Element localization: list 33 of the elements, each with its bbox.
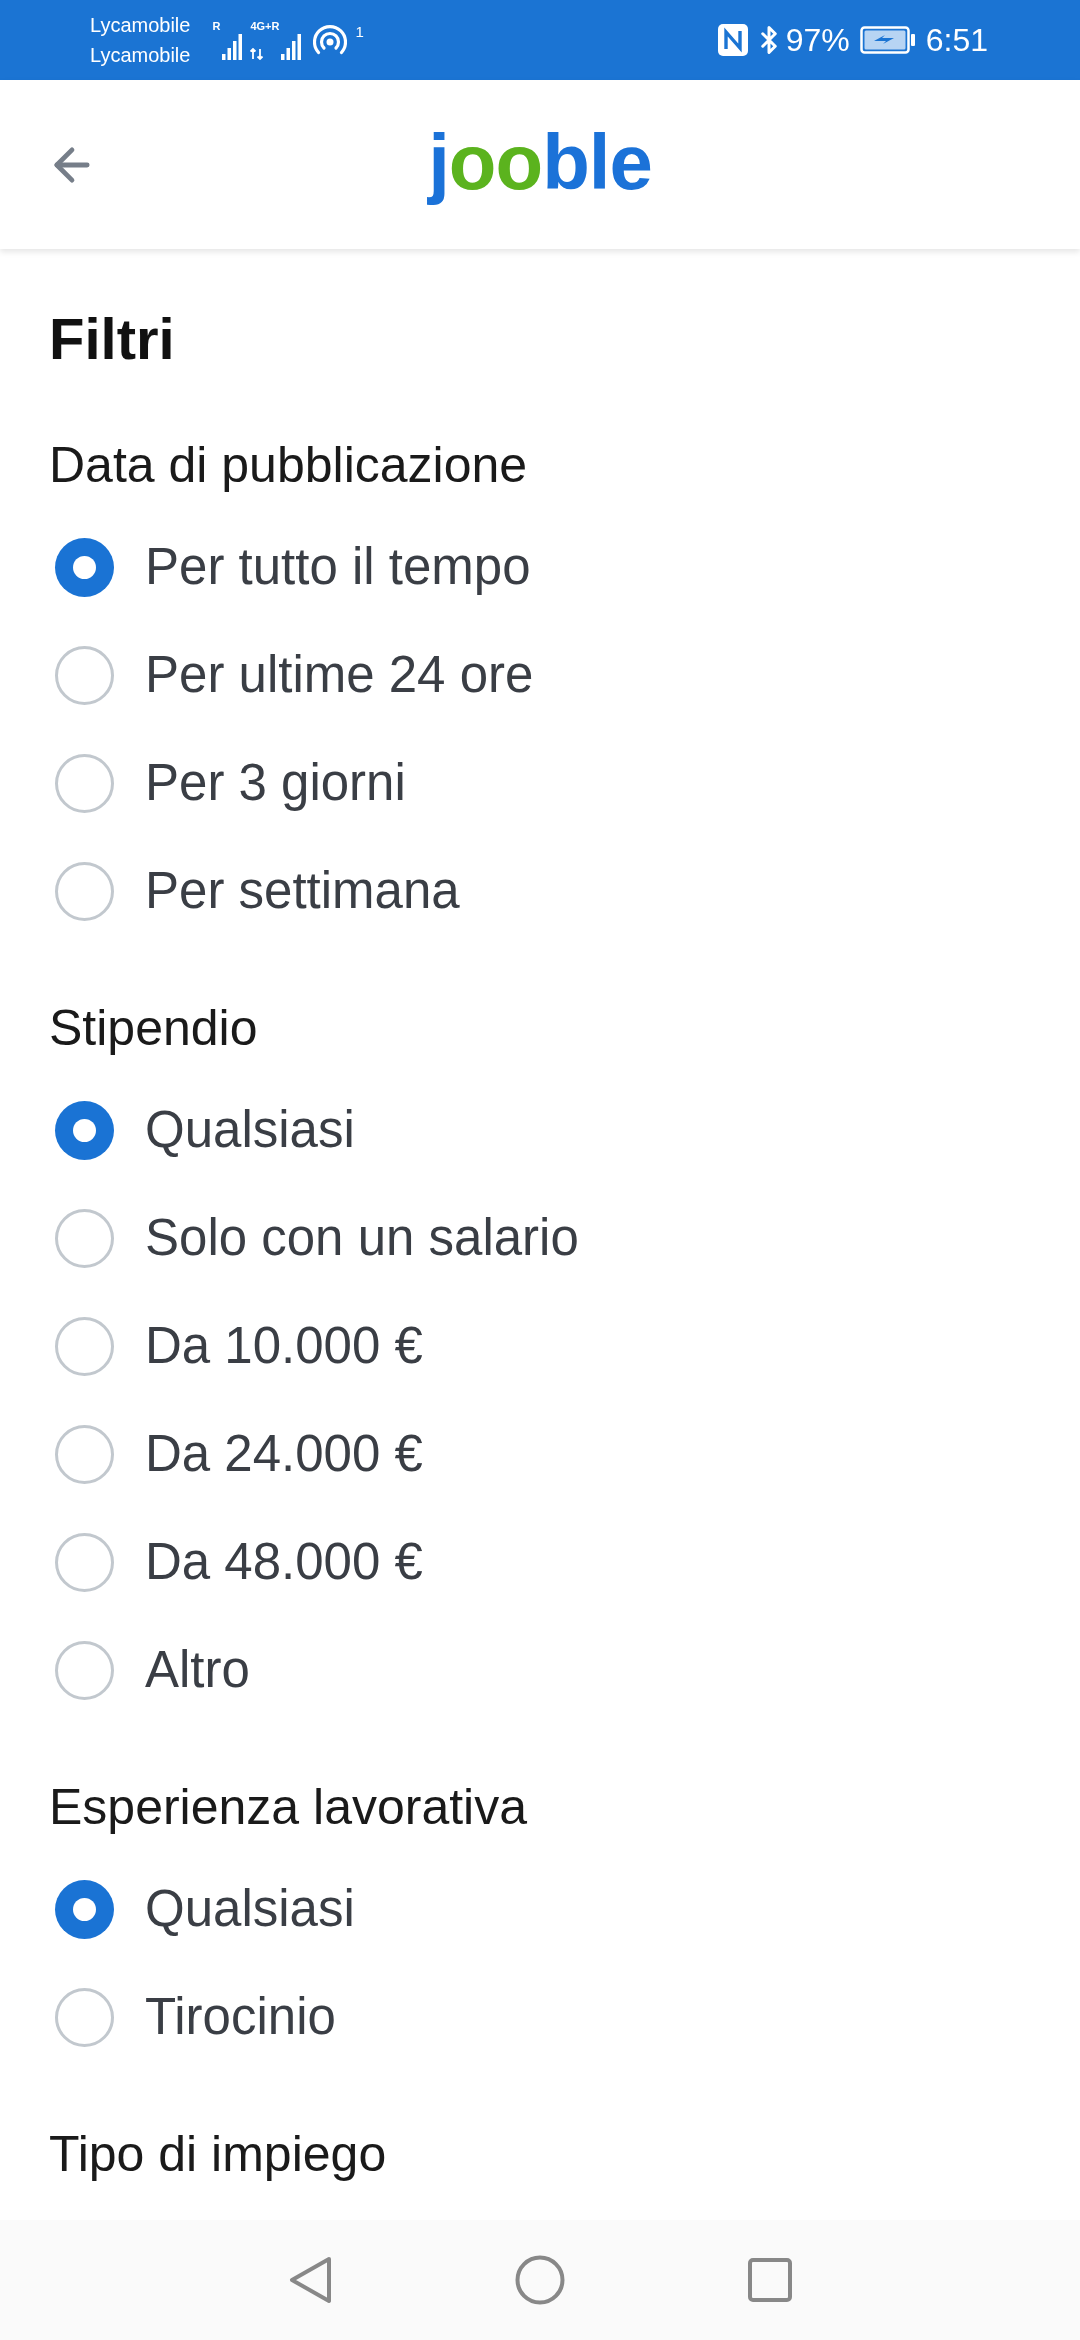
nfc-icon <box>717 24 748 56</box>
page-title: Filtri <box>49 307 175 371</box>
clock-time: 6:51 <box>925 22 988 58</box>
square-recents-icon[interactable] <box>747 2258 792 2302</box>
data-arrows-icon <box>250 48 265 60</box>
option-label: Per settimana <box>145 862 460 920</box>
option-label: Per tutto il tempo <box>145 538 531 596</box>
triangle-back-icon[interactable] <box>288 2256 332 2304</box>
option-label: Per 3 giorni <box>145 754 406 812</box>
hotspot-count: 1 <box>355 24 364 40</box>
battery-percent: 97% <box>785 22 850 58</box>
hotspot-icon <box>313 25 348 55</box>
option-label: Qualsiasi <box>145 1880 355 1938</box>
carrier-name: Lycamobile <box>90 43 191 68</box>
signal-bars-icon <box>222 34 243 60</box>
signal-label: 4G+R <box>250 20 280 32</box>
option-label: Altro <box>145 1641 250 1699</box>
option-label: Da 48.000 € <box>145 1533 423 1591</box>
section-heading: Tipo di impiego <box>49 2125 387 2184</box>
option-label: Qualsiasi <box>145 1101 355 1159</box>
circle-home-icon[interactable] <box>514 2255 565 2305</box>
section-heading: Esperienza lavorativa <box>49 1778 528 1837</box>
option-label: Da 24.000 € <box>145 1425 423 1483</box>
option-label: Tirocinio <box>145 1988 336 2046</box>
carrier-name: Lycamobile <box>90 13 191 38</box>
section-heading: Data di pubblicazione <box>49 436 528 495</box>
option-label: Per ultime 24 ore <box>145 646 534 704</box>
section-heading: Stipendio <box>49 999 258 1058</box>
option-label: Da 10.000 € <box>145 1317 423 1375</box>
option-label: Solo con un salario <box>145 1209 579 1267</box>
signal-label: R <box>212 20 221 32</box>
signal-bars-icon <box>281 34 302 60</box>
battery-charging-icon <box>859 26 916 54</box>
